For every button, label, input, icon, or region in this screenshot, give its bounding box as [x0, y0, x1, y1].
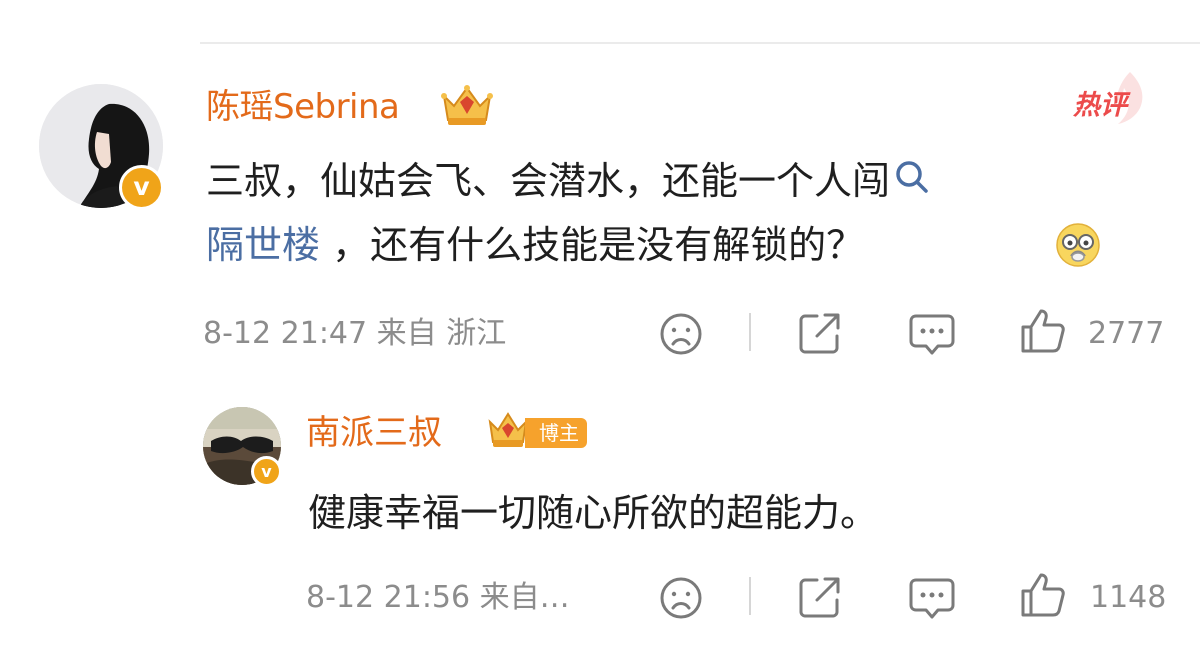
- comment-text-part1: 三叔，仙姑会飞、会潜水，还能一个人闯: [206, 159, 891, 203]
- crown-icon: [438, 80, 496, 132]
- reply-like-count: 1148: [1090, 580, 1167, 615]
- reply-date: 8-12: [306, 580, 375, 615]
- comment-location: 浙江: [446, 316, 507, 351]
- thumbs-up-icon[interactable]: [1019, 571, 1067, 623]
- top-divider: [200, 42, 1200, 44]
- comment-text-line2: 隔世楼 ，还有什么技能是没有解锁的？: [206, 214, 864, 276]
- action-separator: [749, 577, 751, 615]
- like-count: 2777: [1088, 316, 1165, 351]
- comment-source-label: 来自: [376, 316, 437, 351]
- reply-meta: 8-12 21:56 来自…: [306, 578, 570, 618]
- action-separator: [749, 313, 751, 351]
- author-tag: 博主: [525, 418, 587, 448]
- hot-comment-label: 热评: [1073, 90, 1127, 121]
- share-icon[interactable]: [797, 310, 843, 360]
- sad-face-icon[interactable]: [658, 575, 704, 625]
- comment-meta: 8-12 21:47 来自 浙江: [203, 314, 506, 354]
- comment-text-line1: 三叔，仙姑会飞、会潜水，还能一个人闯: [206, 150, 932, 215]
- comment-username[interactable]: 陈瑶Sebrina: [206, 84, 400, 130]
- comment-date: 8-12: [203, 316, 272, 351]
- reply-time: 21:56: [383, 580, 471, 615]
- reply-verified-badge: v: [251, 456, 282, 487]
- sad-face-icon[interactable]: [658, 311, 704, 361]
- reply-username[interactable]: 南派三叔: [306, 410, 442, 456]
- comment-time: 21:47: [280, 316, 368, 351]
- comment-bubble-icon[interactable]: [908, 310, 956, 360]
- comment-bubble-icon[interactable]: [908, 574, 956, 624]
- search-icon[interactable]: [892, 153, 932, 215]
- reply-text: 健康幸福一切随心所欲的超能力。: [308, 491, 879, 535]
- share-icon[interactable]: [797, 574, 843, 624]
- reply-source-label[interactable]: 来自…: [480, 580, 570, 615]
- face-emoji-icon: [1055, 222, 1101, 272]
- verified-badge: v: [119, 165, 164, 210]
- crown-icon: [486, 410, 530, 456]
- topic-link[interactable]: 隔世楼: [206, 223, 320, 267]
- thumbs-up-icon[interactable]: [1019, 307, 1067, 359]
- comment-text-part2: ，还有什么技能是没有解锁的？: [320, 223, 865, 267]
